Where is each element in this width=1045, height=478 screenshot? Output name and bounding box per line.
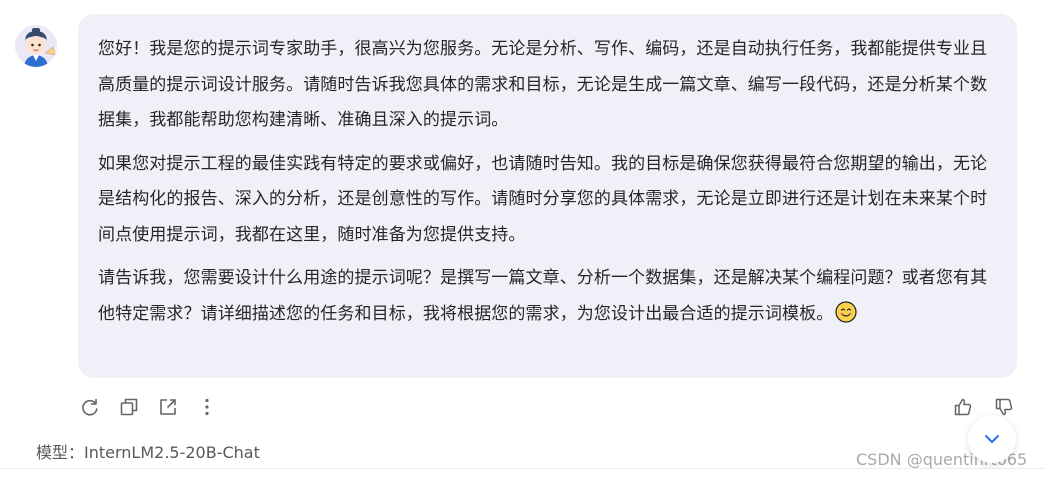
assistant-message-bubble: 您好！我是您的提示词专家助手，很高兴为您服务。无论是分析、写作、编码，还是自动执… xyxy=(78,14,1017,378)
message-actions xyxy=(78,394,234,420)
more-vertical-icon[interactable] xyxy=(195,395,219,419)
model-info: 模型：InternLM2.5-20B-Chat xyxy=(36,442,260,464)
model-label: 模型： xyxy=(36,443,85,462)
assistant-avatar xyxy=(15,25,57,67)
chevron-down-icon xyxy=(982,429,1002,449)
refresh-icon[interactable] xyxy=(78,395,102,419)
model-name: InternLM2.5-20B-Chat xyxy=(84,443,260,462)
thumbs-up-icon[interactable] xyxy=(951,395,975,419)
message-paragraph-1: 您好！我是您的提示词专家助手，很高兴为您服务。无论是分析、写作、编码，还是自动执… xyxy=(98,39,988,130)
copy-icon[interactable] xyxy=(117,395,141,419)
message-paragraph-2: 如果您对提示工程的最佳实践有特定的要求或偏好，也请随时告知。我的目标是确保您获得… xyxy=(98,153,988,245)
share-icon[interactable] xyxy=(156,395,180,419)
smiling-face-emoji-icon xyxy=(835,300,857,323)
scroll-to-bottom-button[interactable] xyxy=(968,415,1016,463)
message-paragraph-3: 请告诉我，您需要设计什么用途的提示词呢？是撰写一篇文章、分析一个数据集，还是解决… xyxy=(98,261,997,332)
